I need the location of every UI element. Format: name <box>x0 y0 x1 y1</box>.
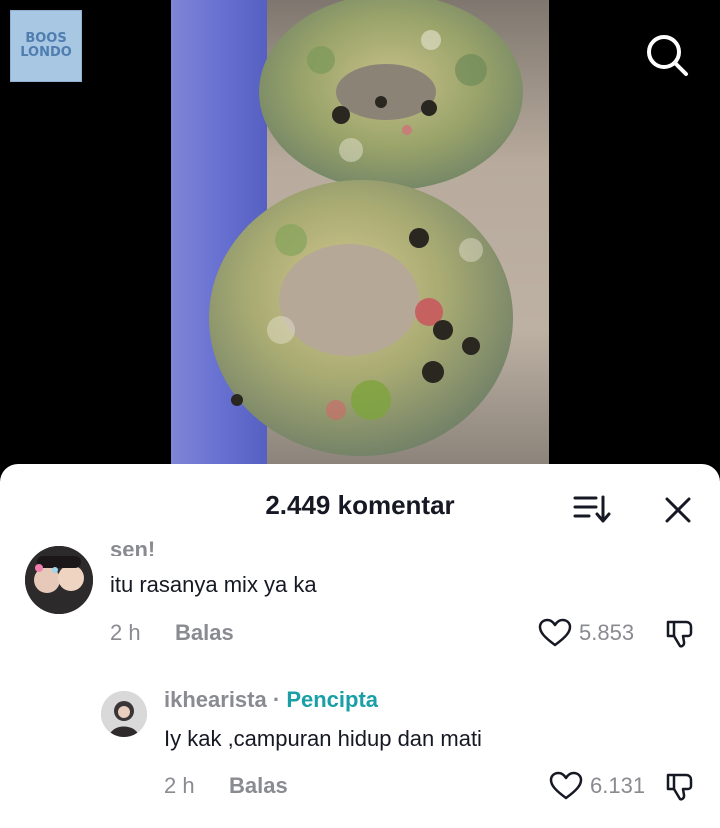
bottom-donut <box>209 180 513 456</box>
thumbs-down-icon <box>666 620 693 648</box>
avatar-photo <box>25 546 93 614</box>
avatar[interactable] <box>25 546 93 614</box>
search-button[interactable] <box>644 32 690 78</box>
comments-sheet: 2.449 komentar sen! itu rasanya mix ya k… <box>0 464 720 828</box>
channel-logo-text: BOOS LONDO <box>20 31 72 60</box>
heart-outline-icon <box>538 618 572 647</box>
separator-dot: · <box>272 687 281 712</box>
dislike-button[interactable] <box>664 771 696 808</box>
comment-text: itu rasanya mix ya ka <box>110 572 317 597</box>
video-player[interactable]: BOOS LONDO <box>0 0 720 470</box>
dislike-button[interactable] <box>664 618 696 655</box>
comment-username-row: ikhearista · Pencipta <box>164 687 378 713</box>
thumbs-down-icon <box>666 773 693 801</box>
reply-button[interactable]: Balas <box>229 773 288 799</box>
close-button[interactable] <box>662 494 694 526</box>
comments-count-title: 2.449 komentar <box>265 490 455 520</box>
video-frame-moldy-donuts <box>171 0 549 470</box>
comment-username[interactable]: sen! <box>110 536 155 556</box>
top-donut <box>259 0 523 190</box>
like-count: 6.131 <box>590 773 646 798</box>
creator-badge: Pencipta <box>286 687 379 712</box>
like-button[interactable] <box>538 618 572 653</box>
like-button[interactable] <box>549 771 583 806</box>
like-count: 5.853 <box>579 620 635 645</box>
sort-button[interactable] <box>572 492 612 526</box>
search-icon <box>647 35 688 76</box>
close-icon <box>665 497 691 523</box>
reply-button[interactable]: Balas <box>175 620 234 646</box>
avatar[interactable] <box>101 691 147 737</box>
heart-outline-icon <box>549 771 583 800</box>
comment-time: 2 h <box>164 773 195 798</box>
moldy-donuts-illustration <box>209 0 523 456</box>
comment-text: Iy kak ,campuran hidup dan mati <box>164 726 482 751</box>
channel-logo[interactable]: BOOS LONDO <box>10 10 82 82</box>
comment-username[interactable]: ikhearista <box>164 687 267 712</box>
sort-icon <box>573 495 611 523</box>
comment-time: 2 h <box>110 620 141 645</box>
avatar-photo <box>101 691 147 737</box>
